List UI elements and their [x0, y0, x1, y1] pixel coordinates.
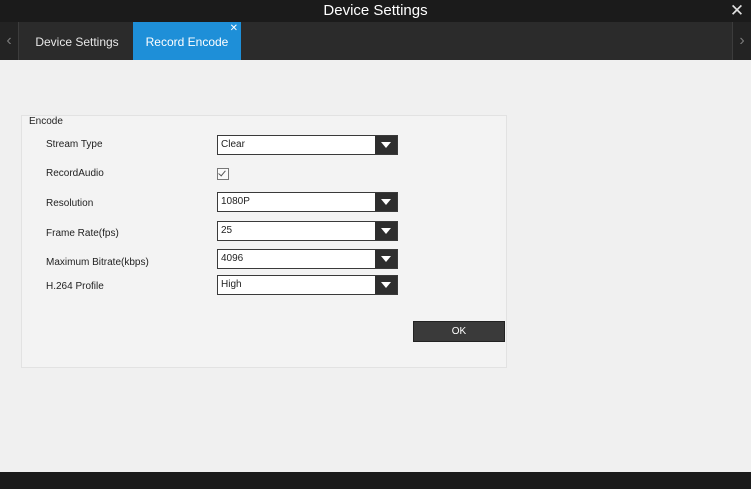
resolution-select[interactable]: 1080P [217, 192, 398, 212]
tab-bar: ‹ Device Settings Record Encode ✕ › [0, 22, 751, 60]
chevron-down-icon[interactable] [375, 136, 397, 154]
frame-rate-label: Frame Rate(fps) [46, 228, 119, 239]
resolution-label: Resolution [46, 198, 94, 209]
record-audio-label: RecordAudio [46, 168, 104, 179]
h264-profile-select[interactable]: High [217, 275, 398, 295]
ok-button[interactable]: OK [413, 321, 505, 342]
footer-bar [0, 472, 751, 489]
content-panel: Encode Stream Type Clear RecordAudio Res… [0, 60, 751, 472]
close-icon[interactable]: ✕ [729, 0, 745, 22]
chevron-down-icon[interactable] [375, 250, 397, 268]
tab-scroll-right-icon[interactable]: › [732, 22, 751, 60]
max-bitrate-label: Maximum Bitrate(kbps) [46, 257, 149, 268]
group-title: Encode [29, 116, 63, 127]
stream-type-label: Stream Type [46, 139, 103, 150]
title-bar: Device Settings ✕ [0, 0, 751, 22]
tab-device-settings[interactable]: Device Settings [22, 22, 132, 60]
record-audio-checkbox[interactable] [217, 168, 229, 180]
max-bitrate-select[interactable]: 4096 [217, 249, 398, 269]
tab-record-encode[interactable]: Record Encode ✕ [133, 22, 241, 60]
chevron-down-icon[interactable] [375, 276, 397, 294]
h264-profile-label: H.264 Profile [46, 281, 104, 292]
tab-close-icon[interactable]: ✕ [230, 24, 238, 34]
max-bitrate-value: 4096 [221, 253, 244, 264]
h264-profile-value: High [221, 279, 242, 290]
frame-rate-select[interactable]: 25 [217, 221, 398, 241]
stream-type-value: Clear [221, 139, 245, 150]
frame-rate-value: 25 [221, 225, 233, 236]
chevron-down-icon[interactable] [375, 222, 397, 240]
window-title: Device Settings [323, 2, 428, 19]
chevron-down-icon[interactable] [375, 193, 397, 211]
resolution-value: 1080P [221, 196, 250, 207]
stream-type-select[interactable]: Clear [217, 135, 398, 155]
tab-label: Record Encode [145, 35, 229, 49]
tab-scroll-left-icon[interactable]: ‹ [0, 22, 19, 60]
